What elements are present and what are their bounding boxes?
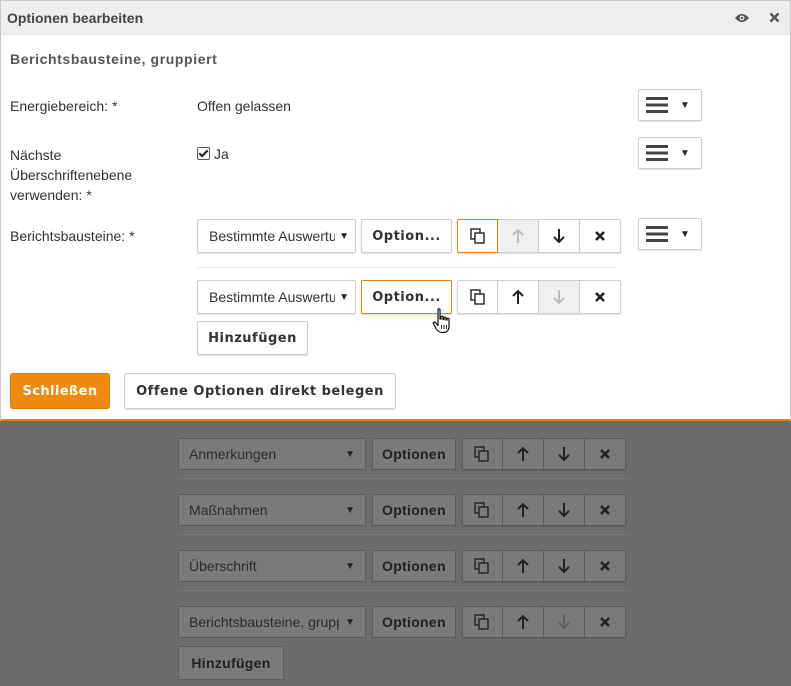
copy-icon[interactable]	[457, 280, 498, 314]
copy-icon[interactable]	[461, 494, 503, 526]
bg-options-button[interactable]: Optionen	[372, 550, 456, 582]
divider	[178, 534, 630, 535]
copy-icon[interactable]	[461, 606, 503, 638]
arrow-down-icon[interactable]	[539, 219, 580, 253]
baustein-select-2[interactable]: Bestimmte Auswertung ▼	[197, 280, 356, 314]
energiebereich-menu-button[interactable]: ▼	[638, 89, 702, 121]
divider	[178, 590, 630, 591]
chevron-down-icon: ▼	[345, 616, 355, 628]
delete-icon[interactable]	[580, 219, 621, 253]
arrow-up-icon[interactable]	[502, 550, 544, 582]
arrow-up-icon[interactable]	[502, 606, 544, 638]
arrow-down-icon[interactable]	[543, 438, 585, 470]
arrow-up-icon[interactable]	[498, 280, 539, 314]
energiebereich-label: Energiebereich: *	[10, 98, 118, 114]
row-actions-2	[457, 280, 621, 314]
delete-icon[interactable]	[584, 494, 626, 526]
add-button[interactable]: Hinzufügen	[197, 321, 308, 355]
options-dialog: Optionen bearbeiten Berichtsbausteine, g…	[0, 0, 791, 421]
chevron-down-icon: ▼	[680, 228, 690, 240]
divider	[197, 267, 617, 268]
bg-select[interactable]: Maßnahmen ▼	[178, 494, 366, 526]
options-button-1[interactable]: Option...	[361, 219, 452, 253]
bg-row: Berichtsbausteine, gruppiert▼ Optionen	[178, 605, 626, 639]
energiebereich-value: Offen gelassen	[197, 98, 291, 114]
checkbox-checked[interactable]	[197, 147, 210, 160]
arrow-up-icon[interactable]	[502, 494, 544, 526]
dialog-titlebar: Optionen bearbeiten	[1, 1, 790, 35]
bg-select[interactable]: Berichtsbausteine, gruppiert▼	[178, 606, 366, 638]
delete-icon[interactable]	[584, 606, 626, 638]
arrow-down-icon	[543, 606, 585, 638]
chevron-down-icon: ▼	[339, 230, 349, 242]
berichtsbausteine-menu-button[interactable]: ▼	[638, 218, 702, 250]
checkbox-label: Ja	[214, 146, 229, 162]
berichtsbausteine-label: Berichtsbausteine: *	[10, 228, 135, 244]
copy-icon[interactable]	[457, 219, 498, 253]
ueberschriftenebene-menu-button[interactable]: ▼	[638, 137, 702, 169]
dialog-title: Optionen bearbeiten	[7, 9, 144, 26]
bg-add-button[interactable]: Hinzufügen	[178, 646, 284, 680]
bg-row: Überschrift ▼ Optionen	[178, 549, 626, 583]
close-icon[interactable]	[764, 8, 784, 28]
delete-icon[interactable]	[584, 550, 626, 582]
divider	[178, 478, 630, 479]
bg-options-button[interactable]: Optionen	[372, 606, 456, 638]
copy-icon[interactable]	[461, 550, 503, 582]
bg-options-button[interactable]: Optionen	[372, 494, 456, 526]
chevron-down-icon: ▼	[680, 99, 690, 111]
chevron-down-icon: ▼	[345, 448, 355, 460]
chevron-down-icon: ▼	[339, 291, 349, 303]
bg-options-button[interactable]: Optionen	[372, 438, 456, 470]
hand-cursor-icon	[432, 308, 450, 334]
arrow-down-icon	[539, 280, 580, 314]
close-button[interactable]: Schließen	[10, 373, 110, 409]
chevron-down-icon: ▼	[345, 560, 355, 572]
ueberschriftenebene-checkbox[interactable]: Ja	[197, 146, 229, 162]
assign-open-options-button[interactable]: Offene Optionen direkt belegen	[124, 373, 396, 409]
arrow-up-icon	[498, 219, 539, 253]
eye-icon[interactable]	[732, 8, 752, 28]
ueberschriftenebene-label: Nächste Überschriftenebene verwenden: *	[10, 147, 133, 203]
hamburger-icon	[646, 145, 668, 161]
arrow-down-icon[interactable]	[543, 550, 585, 582]
bg-select[interactable]: Überschrift ▼	[178, 550, 366, 582]
hamburger-icon	[646, 97, 668, 113]
arrow-up-icon[interactable]	[502, 438, 544, 470]
baustein-select-1[interactable]: Bestimmte Auswertung ▼	[197, 219, 356, 253]
bg-row: Anmerkungen ▼ Optionen	[178, 437, 626, 471]
chevron-down-icon: ▼	[680, 147, 690, 159]
bg-select[interactable]: Anmerkungen ▼	[178, 438, 366, 470]
chevron-down-icon: ▼	[345, 504, 355, 516]
arrow-down-icon[interactable]	[543, 494, 585, 526]
delete-icon[interactable]	[584, 438, 626, 470]
row-actions-1	[457, 219, 621, 253]
delete-icon[interactable]	[580, 280, 621, 314]
copy-icon[interactable]	[461, 438, 503, 470]
dialog-subtitle: Berichtsbausteine, gruppiert	[10, 51, 218, 67]
hamburger-icon	[646, 226, 668, 242]
bg-row: Maßnahmen ▼ Optionen	[178, 493, 626, 527]
